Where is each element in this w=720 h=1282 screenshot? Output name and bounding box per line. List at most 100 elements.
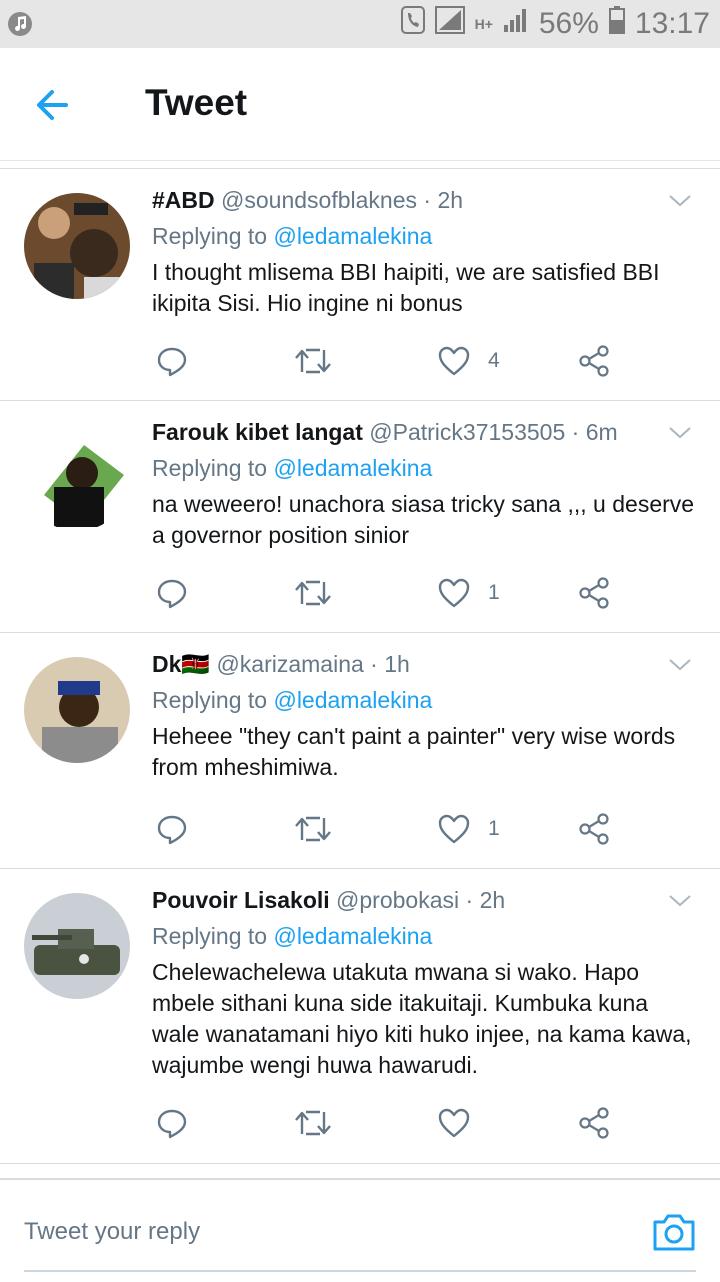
reply-button[interactable] xyxy=(156,341,188,381)
like-button[interactable]: 1 xyxy=(438,573,500,613)
share-button[interactable] xyxy=(578,1103,610,1143)
author-handle[interactable]: @karizamaina xyxy=(216,651,363,677)
clock: 13:17 xyxy=(634,7,710,40)
tweet-menu-button[interactable] xyxy=(668,893,692,909)
retweet-icon xyxy=(295,580,331,606)
share-button[interactable] xyxy=(578,573,610,613)
tweet-header: Dk🇰🇪 @karizamaina · 1h xyxy=(152,651,410,678)
call-icon xyxy=(400,6,425,42)
author-name[interactable]: Pouvoir Lisakoli xyxy=(152,887,330,913)
page-title: Tweet xyxy=(145,82,248,123)
battery-icon xyxy=(608,6,625,42)
tweet-text: I thought mlisema BBI haipiti, we are sa… xyxy=(152,259,660,316)
replying-to: Replying to @ledamalekina xyxy=(152,923,432,950)
tweet-actions: 4 xyxy=(152,341,622,381)
tweet-header: #ABD @soundsofblaknes · 2h xyxy=(152,187,463,214)
share-icon xyxy=(579,577,609,609)
tweet-time: · 1h xyxy=(370,651,410,677)
tweet-item[interactable]: Farouk kibet langat @Patrick37153505 · 6… xyxy=(0,400,720,633)
tweet-item[interactable]: Dk🇰🇪 @karizamaina · 1h Replying to @leda… xyxy=(0,632,720,869)
reply-input[interactable]: Tweet your reply xyxy=(24,1218,200,1246)
retweet-icon xyxy=(295,816,331,842)
status-icons: H+ 56% 13:17 xyxy=(400,6,710,42)
status-bar: H+ 56% 13:17 xyxy=(0,0,720,48)
retweet-button[interactable] xyxy=(294,809,332,849)
tweet-actions: 1 xyxy=(152,573,622,613)
tweet-item[interactable]: Pouvoir Lisakoli @probokasi · 2h Replyin… xyxy=(0,868,720,1164)
tweet-header: Pouvoir Lisakoli @probokasi · 2h xyxy=(152,887,505,914)
reply-icon xyxy=(157,579,187,609)
battery-percent: 56% xyxy=(538,7,599,40)
share-button[interactable] xyxy=(578,341,610,381)
share-icon xyxy=(579,813,609,845)
author-handle[interactable]: @probokasi xyxy=(336,887,459,913)
like-count: 4 xyxy=(488,349,500,372)
tweet-actions xyxy=(152,1103,622,1143)
replying-to: Replying to @ledamalekina xyxy=(152,223,432,250)
like-icon xyxy=(438,1108,470,1138)
author-name[interactable]: Farouk kibet langat xyxy=(152,419,363,445)
retweet-button[interactable] xyxy=(294,573,332,613)
tweet-item[interactable]: #ABD @soundsofblaknes · 2h Replying to @… xyxy=(0,168,720,401)
author-handle[interactable]: @soundsofblaknes xyxy=(221,187,417,213)
tweet-menu-button[interactable] xyxy=(668,193,692,209)
signal-bars-icon xyxy=(503,7,529,41)
avatar[interactable] xyxy=(24,893,130,999)
replying-handle-link[interactable]: @ledamalekina xyxy=(273,223,432,249)
back-button[interactable] xyxy=(30,80,80,130)
replying-to: Replying to @ledamalekina xyxy=(152,687,432,714)
replying-handle-link[interactable]: @ledamalekina xyxy=(273,687,432,713)
tweet-time: · 2h xyxy=(465,887,506,913)
replying-label: Replying to xyxy=(152,923,268,949)
tweet-time: · 6m xyxy=(571,419,618,445)
like-icon xyxy=(438,814,470,844)
avatar[interactable] xyxy=(24,657,130,763)
camera-button[interactable] xyxy=(652,1212,696,1252)
like-icon xyxy=(438,346,470,376)
like-button[interactable] xyxy=(438,1103,488,1143)
chevron-down-icon xyxy=(669,195,691,207)
replying-to: Replying to @ledamalekina xyxy=(152,455,432,482)
music-note-icon xyxy=(8,12,32,36)
replying-handle-link[interactable]: @ledamalekina xyxy=(273,455,432,481)
tweet-header: Farouk kibet langat @Patrick37153505 · 6… xyxy=(152,419,618,446)
retweet-button[interactable] xyxy=(294,341,332,381)
share-icon xyxy=(579,1107,609,1139)
network-type-label: H+ xyxy=(474,16,493,32)
replying-handle-link[interactable]: @ledamalekina xyxy=(273,923,432,949)
reply-button[interactable] xyxy=(156,809,188,849)
chevron-down-icon xyxy=(669,659,691,671)
reply-button[interactable] xyxy=(156,1103,188,1143)
tweet-text: Heheee "they can't paint a painter" very… xyxy=(152,723,676,780)
tweet-time: · 2h xyxy=(423,187,464,213)
like-button[interactable]: 4 xyxy=(438,341,500,381)
like-count: 1 xyxy=(488,817,500,840)
like-icon xyxy=(438,578,470,608)
share-icon xyxy=(579,345,609,377)
camera-icon xyxy=(653,1214,695,1251)
chevron-down-icon xyxy=(669,895,691,907)
replying-label: Replying to xyxy=(152,223,268,249)
avatar[interactable] xyxy=(24,193,130,299)
share-button[interactable] xyxy=(578,809,610,849)
author-name[interactable]: #ABD xyxy=(152,187,215,213)
tweet-text: na weweero! unachora siasa tricky sana ,… xyxy=(152,491,695,548)
back-arrow-icon xyxy=(37,90,68,120)
retweet-button[interactable] xyxy=(294,1103,332,1143)
tweet-menu-button[interactable] xyxy=(668,425,692,441)
author-handle[interactable]: @Patrick37153505 xyxy=(369,419,565,445)
signal-icon xyxy=(434,6,465,42)
author-name[interactable]: Dk🇰🇪 xyxy=(152,651,210,677)
reply-icon xyxy=(157,347,187,377)
reply-composer: Tweet your reply xyxy=(0,1178,720,1282)
tweet-actions: 1 xyxy=(152,809,622,849)
like-button[interactable]: 1 xyxy=(438,809,500,849)
avatar[interactable] xyxy=(24,425,130,531)
tweet-menu-button[interactable] xyxy=(668,657,692,673)
retweet-icon xyxy=(295,348,331,374)
replying-label: Replying to xyxy=(152,687,268,713)
reply-button[interactable] xyxy=(156,573,188,613)
replying-label: Replying to xyxy=(152,455,268,481)
tweet-text: Chelewachelewa utakuta mwana si wako. Ha… xyxy=(152,959,692,1078)
retweet-icon xyxy=(295,1110,331,1136)
